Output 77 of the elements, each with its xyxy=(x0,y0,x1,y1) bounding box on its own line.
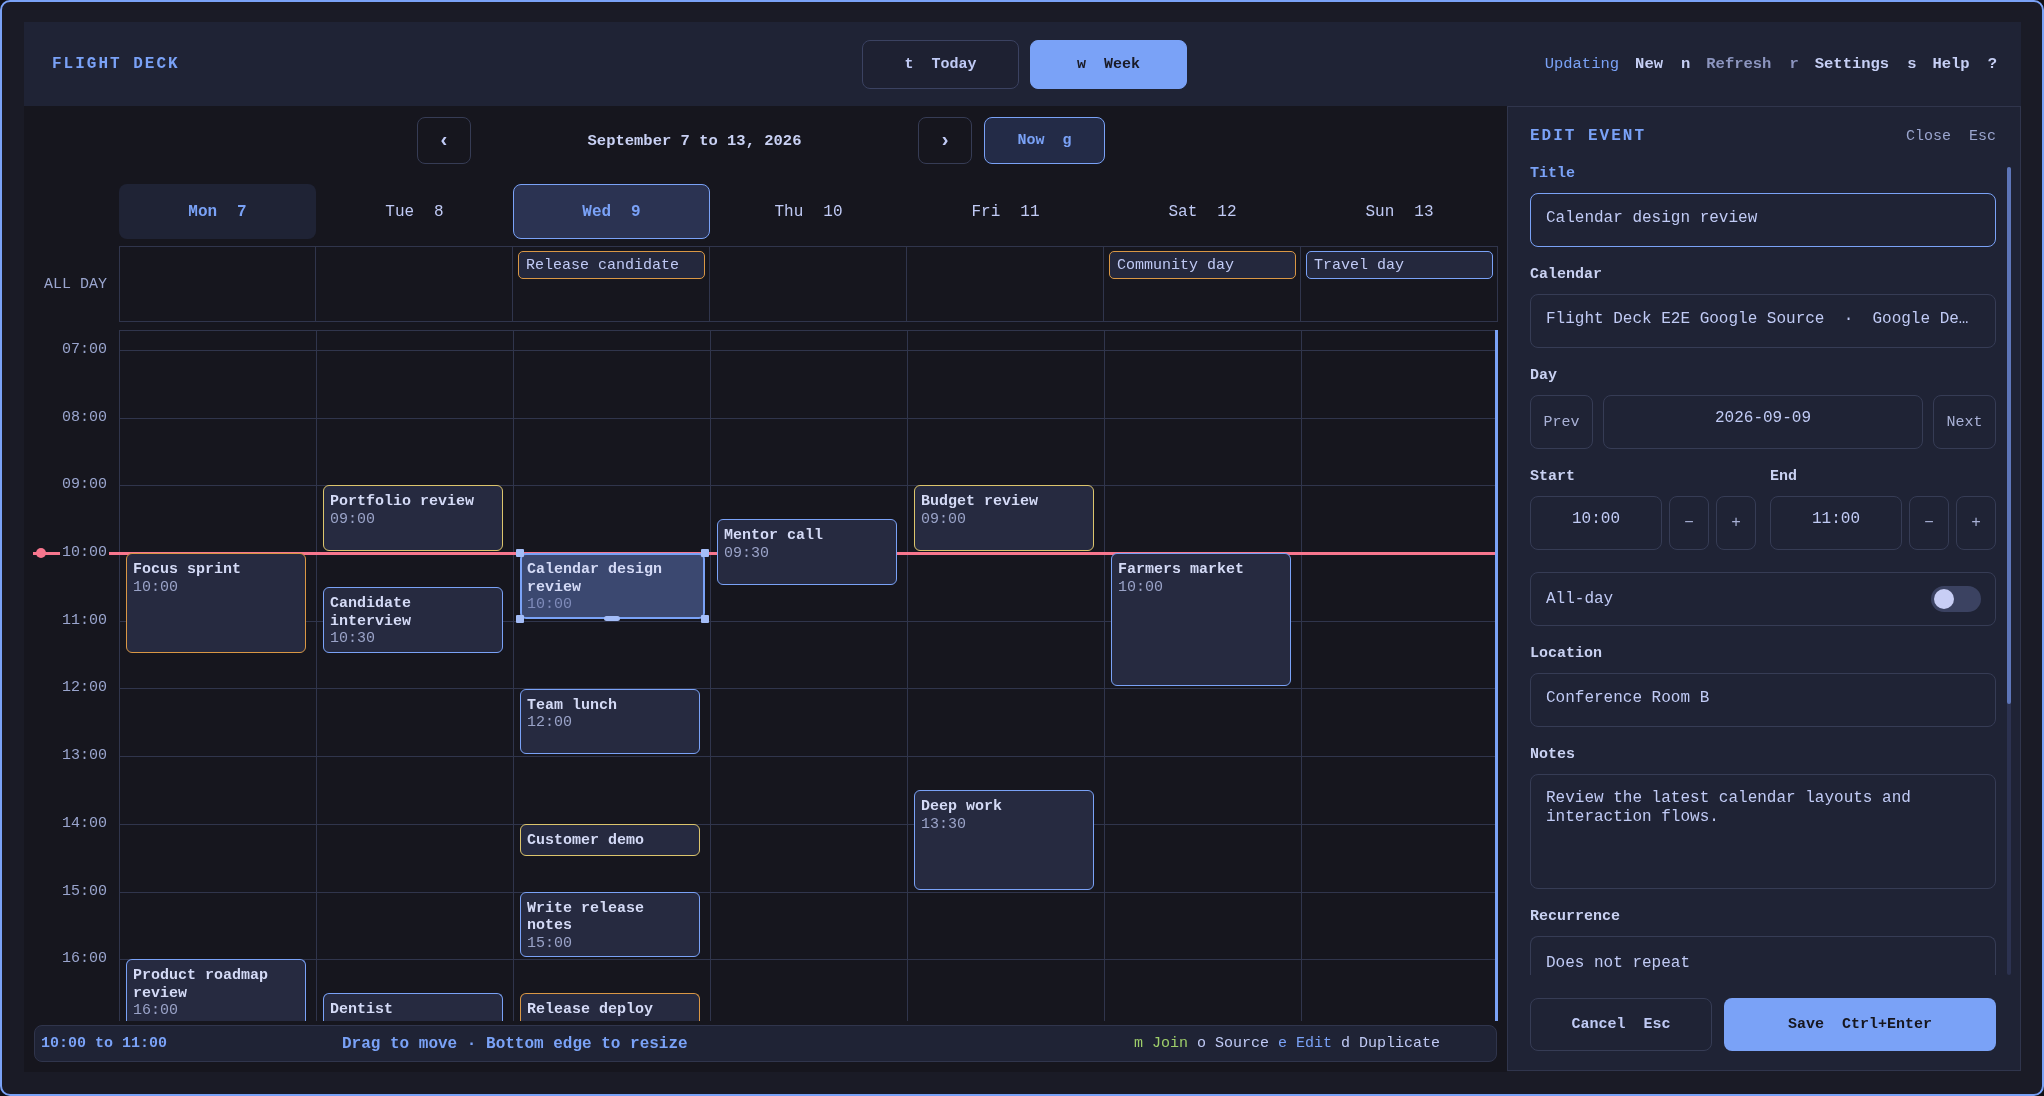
calendar-event[interactable]: Farmers market 10:00 xyxy=(1111,553,1291,687)
field-label: Notes xyxy=(1530,746,1575,764)
shortcut-action[interactable]: o Source xyxy=(1196,1035,1269,1052)
shortcut-action[interactable]: m Join xyxy=(1133,1035,1188,1052)
hint-text: Drag to move · Bottom edge to resize xyxy=(342,1034,688,1053)
close-button[interactable]: Close Esc xyxy=(1905,127,1996,145)
calendar-event[interactable]: Focus sprint 10:00 xyxy=(126,553,306,653)
day-header[interactable]: Thu 10 xyxy=(710,184,907,239)
header-action-button[interactable]: Settings s xyxy=(1814,55,1917,73)
next-day-button[interactable]: Next xyxy=(1933,395,1996,449)
field-label: Day xyxy=(1530,367,1557,385)
calendar-event[interactable]: Candidate interview 10:30 xyxy=(323,586,503,653)
header-action-button[interactable]: New n xyxy=(1635,55,1691,73)
app-title: FLIGHT DECK xyxy=(52,55,180,73)
calendar-event[interactable]: Release deploy xyxy=(520,993,700,1021)
decrement-button[interactable]: − xyxy=(1669,496,1709,550)
resize-handle[interactable] xyxy=(701,614,709,623)
now-button[interactable]: Now g xyxy=(984,117,1105,164)
next-week-button[interactable]: › xyxy=(918,117,972,164)
all-day-event[interactable]: Travel day xyxy=(1306,251,1493,279)
decrement-button[interactable]: − xyxy=(1909,496,1949,550)
field-label: Recurrence xyxy=(1530,908,1620,926)
day-header[interactable]: Wed 9 xyxy=(513,184,710,239)
day-header[interactable]: Sun 13 xyxy=(1301,184,1498,239)
increment-button[interactable]: + xyxy=(1956,496,1996,550)
status-text: Updating xyxy=(1544,55,1620,73)
recurrence-select[interactable]: Does not repeat xyxy=(1530,936,1996,975)
calendar-event[interactable]: Customer demo xyxy=(520,823,700,856)
increment-button[interactable]: + xyxy=(1716,496,1756,550)
all-day-label: All-day xyxy=(1546,590,1614,608)
end-time-field[interactable]: 11:00 xyxy=(1770,496,1902,550)
field-label: Calendar xyxy=(1530,266,1602,284)
view-button[interactable]: t Today xyxy=(862,39,1019,89)
resize-handle[interactable] xyxy=(516,549,524,558)
calendar-event[interactable]: Mentor call 09:30 xyxy=(717,519,897,585)
field-label: Location xyxy=(1530,645,1602,663)
calendar-select[interactable]: Flight Deck E2E Google Source · Google De… xyxy=(1530,294,1996,348)
calendar-event[interactable]: Dentist xyxy=(323,993,503,1021)
resize-handle[interactable] xyxy=(516,614,524,623)
calendar-event[interactable]: Deep work 13:30 xyxy=(914,790,1094,890)
shortcut-action[interactable]: e Edit xyxy=(1277,1035,1332,1052)
field-label: Title xyxy=(1530,165,1575,183)
resize-handle[interactable] xyxy=(701,549,709,558)
calendar-event[interactable]: Budget review 09:00 xyxy=(914,485,1094,552)
location-input[interactable]: Conference Room B xyxy=(1530,673,1996,727)
date-range-title: September 7 to 13, 2026 xyxy=(586,131,803,150)
toggle-switch[interactable] xyxy=(1931,586,1981,612)
field-label: Start xyxy=(1530,468,1576,486)
date-field[interactable]: 2026-09-09 xyxy=(1603,395,1923,449)
field-label: End xyxy=(1770,468,1798,486)
header-action-button[interactable]: Help ? xyxy=(1932,55,1997,73)
calendar-event[interactable]: Portfolio review 09:00 xyxy=(323,485,503,552)
title-input[interactable]: Calendar design review xyxy=(1530,193,1996,247)
cancel-button[interactable]: Cancel Esc xyxy=(1530,998,1712,1051)
day-header[interactable]: Mon 7 xyxy=(119,184,316,239)
resize-handle[interactable] xyxy=(604,615,620,621)
day-header[interactable]: Sat 12 xyxy=(1104,184,1301,239)
selection-time-text: 10:00 to 11:00 xyxy=(41,1035,168,1052)
view-button[interactable]: w Week xyxy=(1030,39,1187,89)
all-day-event[interactable]: Release candidate xyxy=(518,251,705,279)
calendar-event[interactable]: Team lunch 12:00 xyxy=(520,688,700,755)
calendar-event[interactable]: Calendar design review 10:00 xyxy=(520,553,705,619)
all-day-label: ALL DAY xyxy=(44,275,107,293)
calendar-event[interactable]: Product roadmap review 16:00 xyxy=(126,959,306,1021)
previous-day-button[interactable]: Prev xyxy=(1530,395,1593,449)
all-day-event[interactable]: Community day xyxy=(1109,251,1296,279)
day-header[interactable]: Tue 8 xyxy=(316,184,513,239)
scrollbar-thumb[interactable] xyxy=(1495,330,1498,1021)
save-button[interactable]: Save Ctrl+Enter xyxy=(1724,998,1996,1051)
day-header[interactable]: Fri 11 xyxy=(907,184,1104,239)
scrollbar-thumb[interactable] xyxy=(2007,167,2011,704)
panel-title: EDIT EVENT xyxy=(1530,127,1646,145)
shortcut-action[interactable]: d Duplicate xyxy=(1340,1035,1440,1052)
start-time-field[interactable]: 10:00 xyxy=(1530,496,1662,550)
previous-week-button[interactable]: ‹ xyxy=(417,117,471,164)
notes-textarea[interactable]: Review the latest calendar layouts and interaction flows. xyxy=(1530,774,1996,889)
calendar-event[interactable]: Write release notes 15:00 xyxy=(520,891,700,958)
